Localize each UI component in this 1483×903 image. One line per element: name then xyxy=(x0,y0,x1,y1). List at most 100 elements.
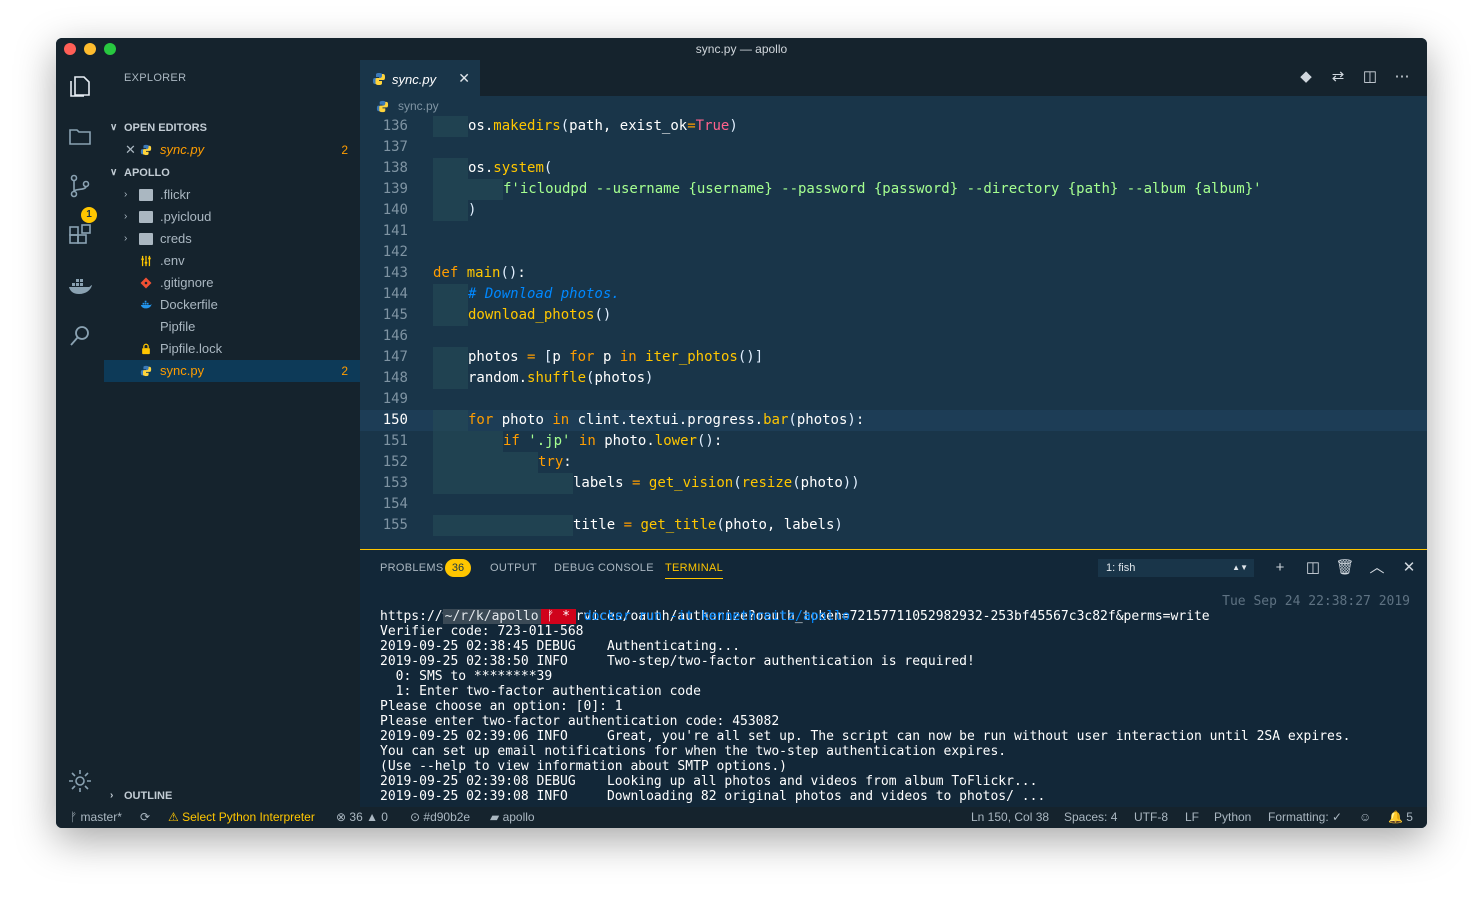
code-line[interactable]: 151 if '.jp' in photo.lower(): xyxy=(360,431,1427,452)
prompt-path: ~/r/k/apollo xyxy=(442,609,541,624)
prompt-command: docker run -it kennethreitz/apollo xyxy=(583,609,850,624)
code-line[interactable]: 152 try: xyxy=(360,452,1427,473)
split-editor-icon[interactable]: ◫ xyxy=(1361,68,1379,86)
python-interpreter-button[interactable]: ⚠ Select Python Interpreter xyxy=(168,807,315,828)
feedback-icon[interactable]: ☺ xyxy=(1359,807,1371,828)
python-icon xyxy=(373,73,385,85)
code-text: random.shuffle(photos) xyxy=(468,370,654,386)
terminal-output[interactable]: ~/r/k/apollo ᚠ * docker run -it kennethre… xyxy=(380,594,1410,804)
code-line[interactable]: 141 xyxy=(360,221,1427,242)
code-line[interactable]: 136 os.makedirs(path, exist_ok=True) xyxy=(360,116,1427,137)
more-actions-icon[interactable]: ⋯ xyxy=(1393,68,1411,86)
docker-icon[interactable] xyxy=(66,272,94,300)
code-line[interactable]: 145 download_photos() xyxy=(360,305,1427,326)
code-line[interactable]: 154 xyxy=(360,494,1427,515)
tab-sync-py[interactable]: sync.py ✕ xyxy=(360,60,480,96)
code-line[interactable]: 140) xyxy=(360,200,1427,221)
apollo-folder-section[interactable]: ∨ APOLLO xyxy=(104,162,360,184)
code-line[interactable]: 139 f'icloudpd --username {username} --pa… xyxy=(360,179,1427,200)
tab-debug-console[interactable]: DEBUG CONSOLE xyxy=(554,562,654,574)
indent-guide xyxy=(433,116,468,137)
minimize-window-button[interactable] xyxy=(84,43,96,55)
outline-header[interactable]: › OUTLINE xyxy=(104,785,360,807)
encoding[interactable]: UTF-8 xyxy=(1134,807,1168,828)
formatting-status[interactable]: Formatting: ✓ xyxy=(1268,807,1342,828)
terminal-line: 0: SMS to ********39 xyxy=(380,669,553,684)
indentation[interactable]: Spaces: 4 xyxy=(1064,807,1117,828)
chevron-up-icon[interactable]: ︿ xyxy=(1367,558,1387,578)
notifications[interactable]: 🔔 5 xyxy=(1388,807,1413,828)
tree-item-dockerfile[interactable]: Dockerfile xyxy=(104,294,360,316)
close-panel-icon[interactable]: ✕ xyxy=(1399,558,1419,578)
tab-output[interactable]: OUTPUT xyxy=(490,562,537,574)
explorer-icon[interactable] xyxy=(66,72,94,100)
tree-item-sync-py[interactable]: sync.py 2 xyxy=(104,360,360,382)
code-text: os.system( xyxy=(468,160,553,176)
folder-icon[interactable] xyxy=(66,122,94,150)
code-line[interactable]: 153 labels = get_vision(resize(photo)) xyxy=(360,473,1427,494)
folder-indicator[interactable]: ▰ apollo xyxy=(490,807,535,828)
open-editor-item[interactable]: ✕ sync.py 2 xyxy=(104,139,360,161)
terminal-line: 2019-09-25 02:39:06 INFO Great, you're a… xyxy=(380,729,1351,744)
new-terminal-icon[interactable]: + xyxy=(1270,558,1290,578)
tab-terminal[interactable]: TERMINAL xyxy=(665,562,724,579)
code-line[interactable]: 137 xyxy=(360,137,1427,158)
indent-guide xyxy=(468,452,503,473)
sync-icon[interactable]: ⟳ xyxy=(140,807,150,828)
line-number: 143 xyxy=(382,265,408,281)
code-line[interactable]: 155 title = get_title(photo, labels) xyxy=(360,515,1427,536)
code-editor[interactable]: 136 os.makedirs(path, exist_ok=True) 137 13… xyxy=(360,116,1427,550)
folder-label: APOLLO xyxy=(124,167,170,179)
tab-problems[interactable]: PROBLEMS xyxy=(380,562,444,574)
git-compare-icon[interactable]: ◆ xyxy=(1297,68,1315,86)
branch-indicator[interactable]: ᚠ master* xyxy=(70,807,122,828)
branch-name: master* xyxy=(80,810,122,824)
indent-guide xyxy=(503,452,538,473)
open-changes-icon[interactable]: ⇄ xyxy=(1329,68,1347,86)
trash-icon[interactable]: 🗑 xyxy=(1335,558,1355,578)
close-icon[interactable]: ✕ xyxy=(458,70,470,87)
line-number: 136 xyxy=(382,118,408,134)
docker-icon xyxy=(140,300,152,309)
terminal-lines: https://www.flickr.com/services/oauth/au… xyxy=(380,609,1410,804)
indent-guide xyxy=(433,284,468,305)
open-editors-section[interactable]: ∨ OPEN EDITORS xyxy=(104,117,360,139)
tree-item-creds[interactable]: › creds xyxy=(104,228,360,250)
terminal-line: 2019-09-25 02:38:45 DEBUG Authenticating… xyxy=(380,639,741,654)
code-line[interactable]: 138 os.system( xyxy=(360,158,1427,179)
source-control-icon[interactable] xyxy=(66,172,94,200)
tree-item-pyicloud[interactable]: › .pyicloud xyxy=(104,206,360,228)
explorer-sidebar: EXPLORER ∨ OPEN EDITORS ✕ sync.py 2 ∨ AP… xyxy=(104,60,360,807)
code-line[interactable]: 149 xyxy=(360,389,1427,410)
indent-guide xyxy=(433,347,468,368)
split-terminal-icon[interactable]: ◫ xyxy=(1303,558,1323,578)
cursor-position[interactable]: Ln 150, Col 38 xyxy=(971,807,1049,828)
code-line[interactable]: 144 # Download photos. xyxy=(360,284,1427,305)
line-number: 144 xyxy=(382,286,408,302)
close-window-button[interactable] xyxy=(64,43,76,55)
tree-item-pipfile-lock[interactable]: Pipfile.lock xyxy=(104,338,360,360)
indent-guide xyxy=(468,473,503,494)
gear-icon[interactable] xyxy=(66,767,94,795)
end-of-line[interactable]: LF xyxy=(1185,807,1199,828)
tree-item-env[interactable]: .env xyxy=(104,250,360,272)
search-icon[interactable] xyxy=(66,322,94,350)
terminal-select[interactable]: 1: fish ▲▼ xyxy=(1098,559,1254,577)
code-line[interactable]: 148 random.shuffle(photos) xyxy=(360,368,1427,389)
tree-item-flickr[interactable]: › .flickr xyxy=(104,184,360,206)
code-line[interactable]: 150 for photo in clint.textui.progress.ba… xyxy=(360,410,1427,431)
tree-item-gitignore[interactable]: .gitignore xyxy=(104,272,360,294)
extensions-icon[interactable] xyxy=(66,222,94,250)
outline-label: OUTLINE xyxy=(124,790,173,802)
code-line[interactable]: 143 def main(): xyxy=(360,263,1427,284)
code-line[interactable]: 146 xyxy=(360,326,1427,347)
zoom-window-button[interactable] xyxy=(104,43,116,55)
code-line[interactable]: 147 photos = [p for p in iter_photos()] xyxy=(360,347,1427,368)
tree-item-pipfile[interactable]: Pipfile xyxy=(104,316,360,338)
commit-indicator[interactable]: ⊙ #d90b2e xyxy=(410,807,470,828)
problems-indicator[interactable]: ⊗ 36 ▲ 0 xyxy=(336,807,388,828)
indent-guide xyxy=(468,431,503,452)
language-mode[interactable]: Python xyxy=(1214,807,1251,828)
code-line[interactable]: 142 xyxy=(360,242,1427,263)
close-icon[interactable]: ✕ xyxy=(125,139,136,161)
